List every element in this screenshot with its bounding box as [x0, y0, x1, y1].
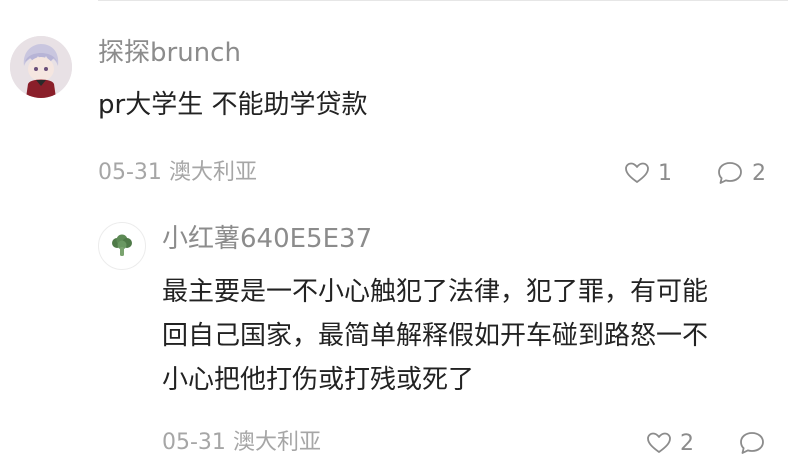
heart-icon [647, 432, 671, 453]
broccoli-avatar-icon [112, 234, 132, 256]
reply-text-line: 回自己国家，最简单解释假如开车碰到路怒一不 [162, 321, 709, 351]
reply-text-line: 最主要是一不小心触犯了法律，犯了罪，有可能 [162, 277, 709, 307]
comment-meta: 05-31 澳大利亚 [98, 158, 257, 188]
reply-button[interactable]: 2 [716, 158, 766, 188]
comment-text: pr大学生 不能助学贷款 [98, 90, 368, 120]
reply-count: 2 [752, 160, 766, 186]
reply-reply-button[interactable] [738, 428, 766, 458]
reply-text-line: 小心把他打伤或打残或死了 [162, 365, 475, 395]
comment-location: 澳大利亚 [168, 160, 257, 185]
divider [98, 0, 788, 1]
reply-user-avatar[interactable] [98, 222, 146, 270]
comment-date: 05-31 [98, 160, 162, 185]
comment-thread: 探探brunch pr大学生 不能助学贷款 05-31 澳大利亚 1 2 小红薯… [0, 0, 788, 476]
reply-like-count: 2 [680, 430, 694, 456]
like-count: 1 [658, 160, 672, 186]
reply-text: 最主要是一不小心触犯了法律，犯了罪，有可能 回自己国家，最简单解释假如开车碰到路… [162, 270, 772, 402]
speech-bubble-icon [718, 162, 742, 184]
comment-username[interactable]: 探探brunch [98, 36, 241, 70]
reply-date: 05-31 [162, 430, 226, 455]
speech-bubble-icon [740, 432, 764, 454]
reply-location: 澳大利亚 [232, 430, 321, 455]
anime-avatar-icon [10, 36, 72, 98]
reply-like-button[interactable]: 2 [646, 428, 694, 458]
heart-icon [625, 162, 649, 183]
reply-username[interactable]: 小红薯640E5E37 [162, 222, 372, 256]
user-avatar[interactable] [10, 36, 72, 98]
like-button[interactable]: 1 [624, 158, 672, 188]
reply-meta: 05-31 澳大利亚 [162, 428, 321, 458]
